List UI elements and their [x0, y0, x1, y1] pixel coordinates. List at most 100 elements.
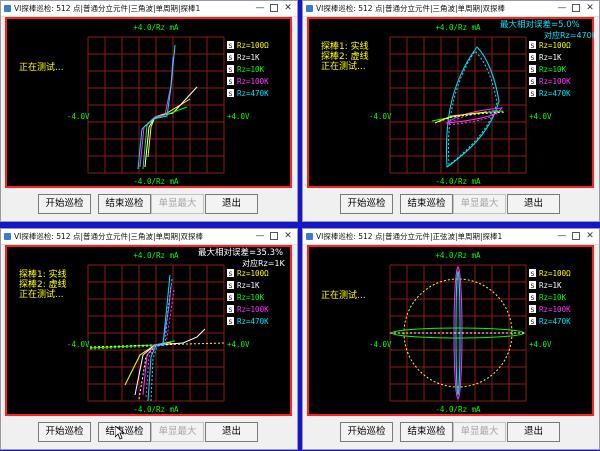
legend-entry-rz10k[interactable]: S Rz=10K: [529, 65, 567, 74]
legend-label: Rz=100Ω: [539, 41, 571, 50]
maximize-icon[interactable]: [267, 1, 281, 16]
start-patrol-button[interactable]: 开始巡检: [340, 422, 393, 442]
title-bar[interactable]: VI探棒巡检: 512 点|普通分立元件|三角波|单周期|双探棒 — ✕: [1, 229, 297, 245]
app-icon: [4, 233, 11, 240]
legend-label: Rz=1K: [539, 281, 562, 290]
legend-entry-rz1k[interactable]: S Rz=1K: [529, 281, 562, 290]
button-row: 开始巡检 结束巡检 单显最大 退出: [1, 422, 297, 444]
exit-button[interactable]: 退出: [205, 194, 258, 214]
voltage-axis-right-label: +4.0V: [227, 112, 250, 121]
legend-marker-letter: S: [531, 54, 535, 62]
current-axis-top-label: +4.0/Rz mA: [133, 23, 179, 32]
legend-marker-letter: S: [531, 294, 535, 302]
current-axis-top-label: +4.0/Rz mA: [133, 251, 179, 260]
end-patrol-button[interactable]: 结束巡检: [400, 194, 453, 214]
minimize-icon[interactable]: —: [253, 229, 267, 244]
exit-button[interactable]: 退出: [507, 194, 560, 214]
title-bar[interactable]: VI探棒巡检: 512 点|普通分立元件|三角波|单周期|探棒1 — ✕: [1, 1, 297, 17]
maximize-icon[interactable]: [569, 229, 583, 244]
end-patrol-button[interactable]: 结束巡检: [98, 194, 151, 214]
vi-window-4: VI探棒巡检: 512 点|普通分立元件|正弦波|单周期|探棒1 — ✕ +4.…: [302, 228, 600, 450]
maximize-icon[interactable]: [569, 1, 583, 16]
legend-marker-letter: S: [229, 78, 233, 86]
status-text: 探棒1: 实线 探棒2: 虚线 正在测试...: [19, 268, 67, 300]
legend-entry-rz10k[interactable]: S Rz=10K: [227, 293, 265, 302]
status-line-2: 探棒2: 虚线: [321, 50, 369, 62]
vi-scope-display: +4.0/Rz mA -4.0/Rz mA -4.0V +4.0V 正在测试..…: [307, 245, 594, 416]
legend-label: Rz=100K: [539, 77, 571, 86]
legend-marker-letter: S: [531, 318, 535, 326]
status-line-1: 正在测试...: [19, 61, 64, 73]
legend-entry-rz100[interactable]: S Rz=100Ω: [529, 269, 571, 278]
minimize-icon[interactable]: —: [555, 1, 569, 16]
legend-label: Rz=1K: [237, 281, 260, 290]
legend-entry-rz100k[interactable]: S Rz=100K: [529, 305, 571, 314]
start-patrol-button[interactable]: 开始巡检: [340, 194, 393, 214]
legend-entry-rz100[interactable]: S Rz=100Ω: [529, 41, 571, 50]
exit-button[interactable]: 退出: [205, 422, 258, 442]
scope-svg: +4.0/Rz mA -4.0/Rz mA -4.0V +4.0V 正在测试..…: [5, 17, 292, 188]
legend-marker-letter: S: [229, 294, 233, 302]
legend-label: Rz=10K: [237, 65, 265, 74]
legend-entry-rz470k[interactable]: S Rz=470K: [227, 89, 269, 98]
status-line-3: 正在测试...: [19, 288, 64, 300]
status-line-3: 正在测试...: [321, 60, 366, 72]
legend-entry-rz100[interactable]: S Rz=100Ω: [227, 269, 269, 278]
legend-entry-rz10k[interactable]: S Rz=10K: [227, 65, 265, 74]
vi-window-2: VI探棒巡检: 512 点|普通分立元件|三角波|单周期|双探棒 — ✕ +4.…: [302, 0, 600, 222]
vi-window-1: VI探棒巡检: 512 点|普通分立元件|三角波|单周期|探棒1 — ✕ +4.…: [0, 0, 298, 222]
minimize-icon[interactable]: —: [555, 229, 569, 244]
legend-label: Rz=1K: [237, 53, 260, 62]
vi-scope-display: +4.0/Rz mA -4.0/Rz mA -4.0V +4.0V 最大相对误差…: [307, 17, 594, 188]
close-icon[interactable]: ✕: [281, 1, 295, 16]
scope-svg: +4.0/Rz mA -4.0/Rz mA -4.0V +4.0V 正在测试..…: [307, 245, 594, 416]
legend-entry-rz100k[interactable]: S Rz=100K: [529, 77, 571, 86]
minimize-icon[interactable]: —: [253, 1, 267, 16]
legend-marker-letter: S: [229, 90, 233, 98]
legend-label: Rz=10K: [539, 293, 567, 302]
legend-label: Rz=1K: [539, 53, 562, 62]
status-text: 正在测试...: [321, 289, 366, 301]
close-icon[interactable]: ✕: [281, 229, 295, 244]
legend-label: Rz=10K: [539, 65, 567, 74]
window-title: VI探棒巡检: 512 点|普通分立元件|三角波|单周期|双探棒: [316, 4, 506, 13]
legend-marker-letter: S: [531, 306, 535, 314]
max-error-text: 最大相对误差=35.3%: [198, 247, 283, 258]
end-patrol-button[interactable]: 结束巡检: [400, 422, 453, 442]
legend-marker-letter: S: [531, 282, 535, 290]
legend-marker-letter: S: [229, 66, 233, 74]
button-row: 开始巡检 结束巡检 单显最大 退出: [303, 422, 599, 444]
legend-label: Rz=100K: [237, 305, 269, 314]
start-patrol-button[interactable]: 开始巡检: [38, 422, 91, 442]
legend-marker-letter: S: [229, 42, 233, 50]
title-bar[interactable]: VI探棒巡检: 512 点|普通分立元件|三角波|单周期|双探棒 — ✕: [303, 1, 599, 17]
legend-marker-letter: S: [229, 306, 233, 314]
title-bar[interactable]: VI探棒巡检: 512 点|普通分立元件|正弦波|单周期|探棒1 — ✕: [303, 229, 599, 245]
close-icon[interactable]: ✕: [583, 229, 597, 244]
legend-entry-rz470k[interactable]: S Rz=470K: [529, 317, 571, 326]
legend-entry-rz470k[interactable]: S Rz=470K: [227, 317, 269, 326]
legend-label: Rz=10K: [237, 293, 265, 302]
maximize-icon[interactable]: [267, 229, 281, 244]
legend-entry-rz10k[interactable]: S Rz=10K: [529, 293, 567, 302]
legend-label: Rz=470K: [539, 89, 571, 98]
show-max-button: 单显最大: [453, 422, 506, 442]
legend-entry-rz470k[interactable]: S Rz=470K: [529, 89, 571, 98]
legend-entry-rz1k[interactable]: S Rz=1K: [227, 281, 260, 290]
legend-entry-rz100k[interactable]: S Rz=100K: [227, 305, 269, 314]
legend-marker-letter: S: [229, 282, 233, 290]
legend-label: Rz=470K: [237, 89, 269, 98]
legend-entry-rz1k[interactable]: S Rz=1K: [529, 53, 562, 62]
close-icon[interactable]: ✕: [583, 1, 597, 16]
legend-entry-rz1k[interactable]: S Rz=1K: [227, 53, 260, 62]
current-axis-top-label: +4.0/Rz mA: [435, 251, 481, 260]
legend-label: Rz=100Ω: [237, 41, 269, 50]
show-max-button: 单显最大: [151, 194, 204, 214]
legend-entry-rz100[interactable]: S Rz=100Ω: [227, 41, 269, 50]
legend-label: Rz=100K: [237, 77, 269, 86]
legend-entry-rz100k[interactable]: S Rz=100K: [227, 77, 269, 86]
start-patrol-button[interactable]: 开始巡检: [38, 194, 91, 214]
exit-button[interactable]: 退出: [507, 422, 560, 442]
status-line-1: 正在测试...: [321, 289, 366, 301]
legend-marker-letter: S: [531, 42, 535, 50]
